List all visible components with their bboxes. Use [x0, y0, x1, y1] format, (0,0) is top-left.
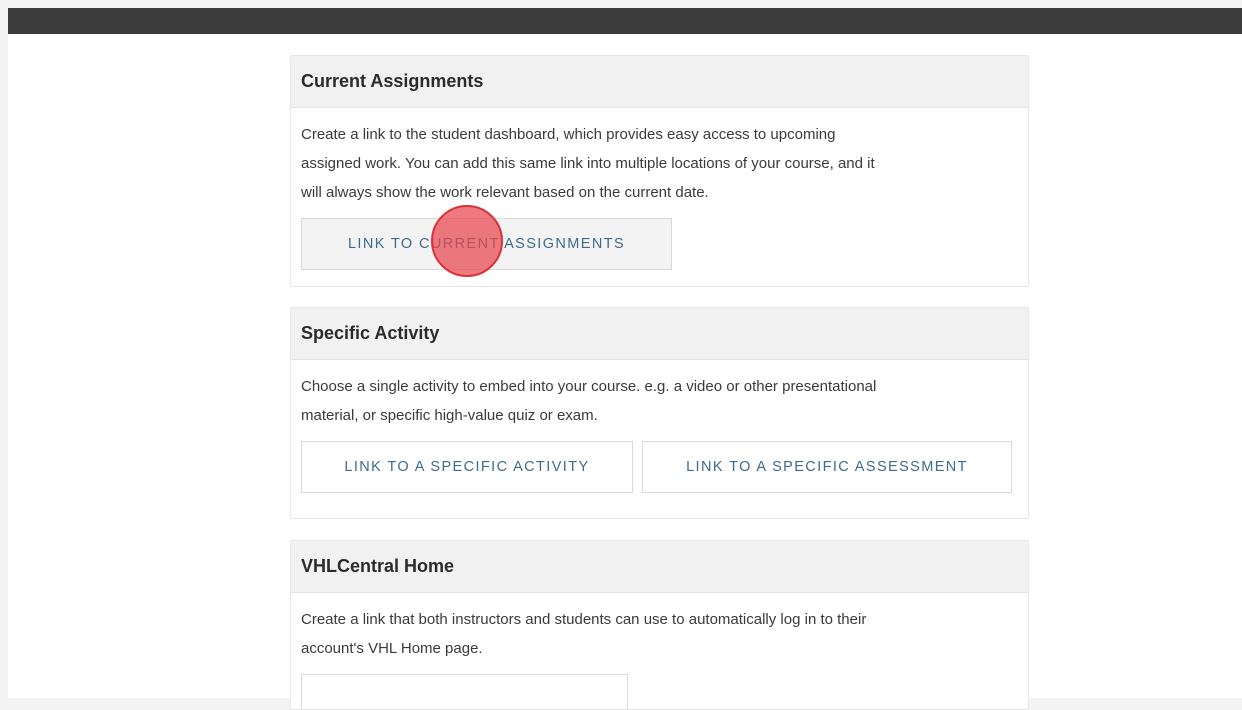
description-line: Create a link to the student dashboard, … — [301, 126, 836, 143]
description-line: Create a link that both instructors and … — [301, 611, 867, 628]
vhlcentral-home-buttons — [301, 674, 1018, 709]
description-line: account's VHL Home page. — [301, 640, 483, 657]
description-line: Choose a single activity to embed into y… — [301, 378, 877, 395]
current-assignments-title: Current Assignments — [291, 56, 1028, 108]
vhlcentral-home-card: VHLCentral Home Create a link that both … — [290, 540, 1029, 710]
specific-activity-title: Specific Activity — [291, 308, 1028, 360]
description-line: assigned work. You can add this same lin… — [301, 155, 875, 172]
specific-activity-card: Specific Activity Choose a single activi… — [290, 307, 1029, 519]
link-to-specific-activity-button[interactable]: LINK TO A SPECIFIC ACTIVITY — [301, 441, 633, 493]
specific-activity-description: Choose a single activity to embed into y… — [291, 360, 1028, 493]
top-bar — [8, 8, 1242, 34]
description-line: will always show the work relevant based… — [301, 184, 709, 201]
current-assignments-card: Current Assignments Create a link to the… — [290, 55, 1029, 287]
specific-activity-buttons: LINK TO A SPECIFIC ACTIVITY LINK TO A SP… — [301, 441, 1018, 493]
click-indicator — [431, 205, 503, 277]
current-assignments-description: Create a link to the student dashboard, … — [291, 108, 1028, 270]
link-to-vhl-home-button[interactable] — [301, 674, 628, 709]
link-to-specific-assessment-button[interactable]: LINK TO A SPECIFIC ASSESSMENT — [642, 441, 1012, 493]
vhlcentral-home-description: Create a link that both instructors and … — [291, 593, 1028, 709]
description-line: material, or specific high-value quiz or… — [301, 407, 598, 424]
vhlcentral-home-title: VHLCentral Home — [291, 541, 1028, 593]
current-assignments-buttons: LINK TO CURRENT ASSIGNMENTS — [301, 218, 1018, 270]
